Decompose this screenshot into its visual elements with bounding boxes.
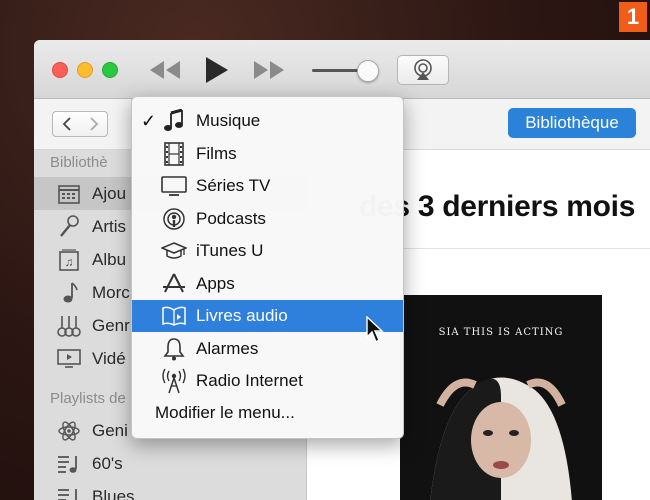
calendar-icon: [56, 181, 82, 207]
playlist-icon: [56, 484, 82, 500]
playlists-section-header: Playlists de: [50, 390, 126, 407]
back-button[interactable]: [52, 111, 81, 137]
menu-item-films[interactable]: Films: [132, 138, 403, 170]
checkmark-icon: ✓: [141, 110, 157, 131]
chevron-left-icon: [62, 117, 71, 131]
svg-text:♫: ♫: [65, 255, 74, 269]
minimize-window-button[interactable]: [77, 62, 93, 78]
sidebar-item-label: Genr: [92, 315, 130, 335]
menu-item-apps[interactable]: Apps: [132, 268, 403, 300]
guitars-icon: [56, 313, 82, 339]
tv-icon: [160, 172, 188, 200]
menu-item-podcasts[interactable]: Podcasts: [132, 203, 403, 235]
sidebar-item-label: Vidé: [92, 348, 126, 368]
menu-item-edit-menu[interactable]: Modifier le menu...: [155, 403, 295, 423]
sidebar-item-label: Morc: [92, 282, 130, 302]
close-window-button[interactable]: [52, 62, 68, 78]
rewind-icon[interactable]: [148, 59, 182, 81]
menu-item-tv-shows[interactable]: Séries TV: [132, 170, 403, 202]
music-note-icon: [160, 107, 188, 135]
menu-item-music[interactable]: ✓ Musique: [132, 105, 403, 137]
app-store-icon: [160, 270, 188, 298]
sidebar-item-label: 60's: [92, 453, 123, 473]
menu-item-alarms[interactable]: Alarmes: [132, 333, 403, 365]
fast-forward-icon[interactable]: [252, 59, 286, 81]
library-button[interactable]: Bibliothèque: [508, 108, 636, 138]
atom-icon: [56, 418, 82, 444]
library-section-header: Bibliothè: [50, 154, 108, 171]
graduation-cap-icon: [160, 237, 188, 265]
mouse-cursor-icon: [366, 316, 384, 344]
album-icon: ♫: [56, 247, 82, 273]
volume-slider-knob[interactable]: [357, 60, 379, 82]
sidebar-item-label: Geni: [92, 420, 128, 440]
film-icon: [160, 140, 188, 168]
airplay-icon: [414, 59, 432, 80]
music-note-icon: [56, 280, 82, 306]
media-kind-menu: ✓ Musique Films Séries TV Podcasts iTune…: [131, 96, 404, 439]
menu-item-itunes-u[interactable]: iTunes U: [132, 235, 403, 267]
album-artwork[interactable]: SIA THIS IS ACTING: [400, 295, 602, 500]
podcast-icon: [160, 205, 188, 233]
airplay-button[interactable]: [397, 55, 449, 85]
sidebar-item-label: Artis: [92, 216, 126, 236]
monitor-icon: [56, 346, 82, 372]
sidebar-item-60s[interactable]: 60's: [34, 447, 306, 480]
forward-button[interactable]: [80, 111, 108, 137]
menu-item-audiobooks[interactable]: Livres audio: [132, 300, 403, 332]
step-badge: 1: [619, 2, 647, 32]
sidebar-item-label: Blues: [92, 486, 135, 500]
radio-antenna-icon: [160, 367, 188, 395]
microphone-icon: [56, 214, 82, 240]
zoom-window-button[interactable]: [102, 62, 118, 78]
play-icon[interactable]: [203, 55, 229, 85]
bell-icon: [160, 335, 188, 363]
sidebar-item-blues[interactable]: Blues: [34, 480, 306, 500]
audiobook-icon: [160, 302, 188, 330]
sidebar-item-label: Ajou: [92, 183, 127, 203]
sidebar-item-label: Albu: [92, 249, 127, 269]
menu-item-internet-radio[interactable]: Radio Internet: [132, 365, 403, 397]
title-bar: [34, 40, 650, 99]
playlist-icon: [56, 451, 82, 477]
album-artwork-portrait: [430, 377, 572, 500]
chevron-right-icon: [89, 117, 98, 131]
